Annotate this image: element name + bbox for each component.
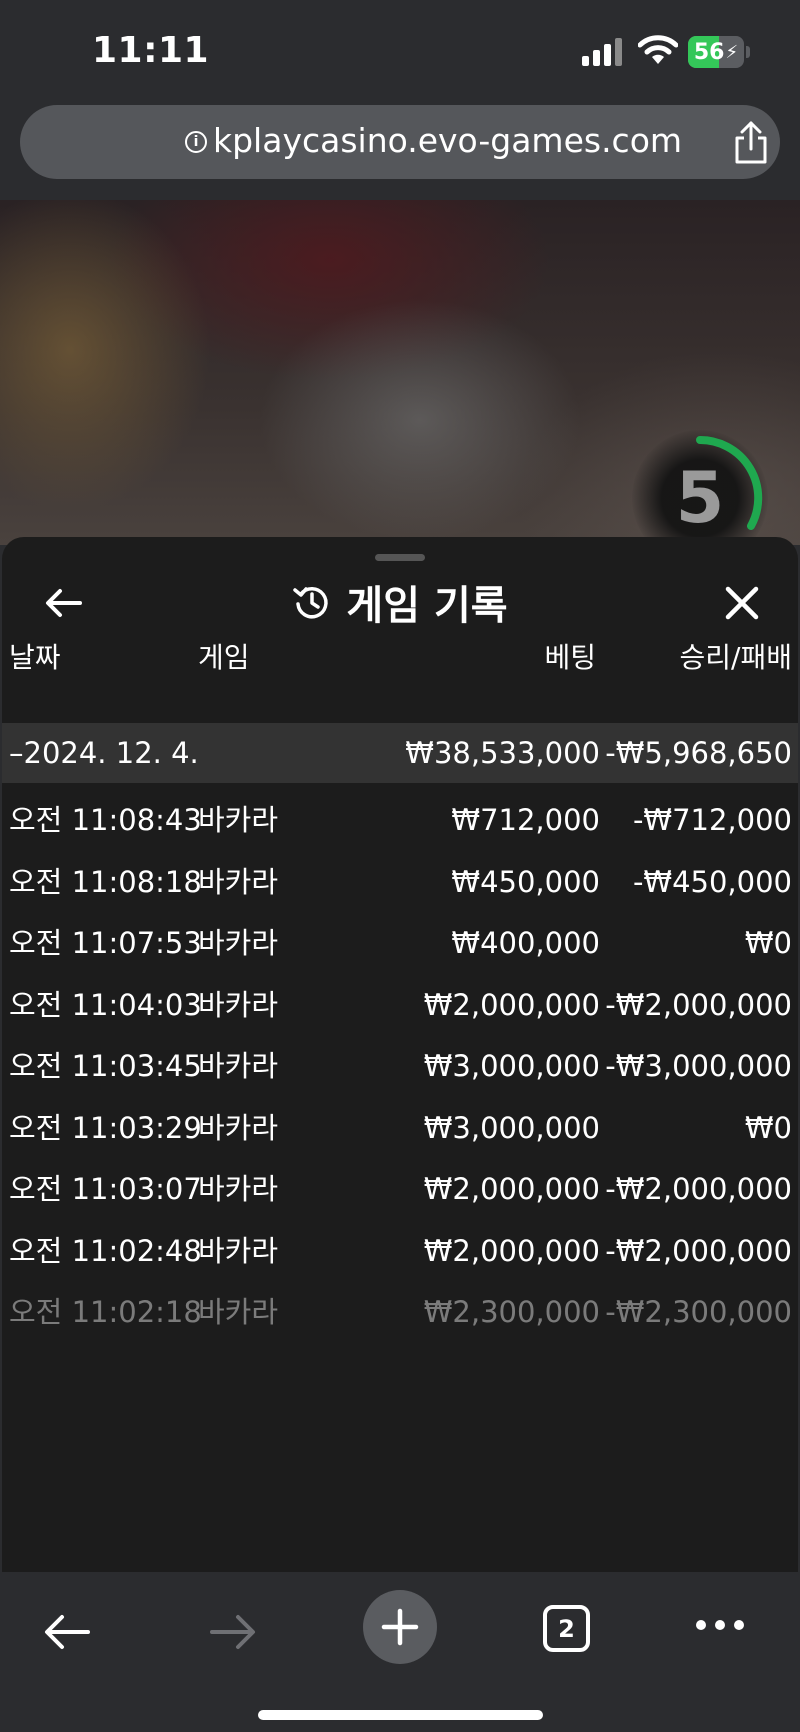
row-time: 오전 11:08:43 (9, 803, 202, 837)
status-bar: 11:11 56 ⚡ (0, 0, 800, 100)
row-bet: ₩3,000,000 (423, 1110, 600, 1145)
column-header-date[interactable]: 날짜 (9, 633, 61, 683)
row-bet: ₩2,000,000 (423, 1233, 600, 1268)
row-game: 바카라 (198, 1172, 279, 1206)
browser-forward-icon[interactable] (208, 1612, 258, 1652)
url-text[interactable]: kplaycasino.evo-games.com (213, 121, 682, 160)
history-row[interactable]: 오전 11:08:43 바카라 ₩712,000 -₩712,000 (2, 790, 798, 852)
history-row[interactable]: 오전 11:07:53 바카라 ₩400,000 ₩0 (2, 913, 798, 975)
row-win-loss: -₩2,000,000 (605, 1233, 792, 1268)
row-time: 오전 11:02:48 (9, 1233, 202, 1268)
row-bet: ₩2,300,000 (423, 1295, 600, 1329)
summary-date: –2024. 12. 4. (9, 736, 199, 770)
date-summary-row[interactable]: –2024. 12. 4. ₩38,533,000 -₩5,968,650 (2, 723, 798, 783)
row-game: 바카라 (198, 1110, 279, 1145)
history-row[interactable]: 오전 11:03:45 바카라 ₩3,000,000 -₩3,000,000 (2, 1036, 798, 1098)
wifi-icon (638, 35, 678, 64)
history-row[interactable]: 오전 11:04:03 바카라 ₩2,000,000 -₩2,000,000 (2, 975, 798, 1037)
row-win-loss: -₩2,000,000 (605, 1172, 792, 1206)
history-row[interactable]: 오전 11:03:07 바카라 ₩2,000,000 -₩2,000,000 (2, 1159, 798, 1221)
more-options-icon[interactable] (694, 1616, 746, 1634)
column-header-win-loss[interactable]: 승리/패배 (680, 633, 792, 683)
share-icon[interactable] (732, 121, 770, 165)
address-bar[interactable]: i kplaycasino.evo-games.com (20, 105, 780, 179)
history-row[interactable]: 오전 11:03:29 바카라 ₩3,000,000 ₩0 (2, 1098, 798, 1160)
row-time: 오전 11:03:07 (9, 1172, 202, 1206)
row-time: 오전 11:07:53 (9, 926, 202, 960)
charging-bolt-icon: ⚡ (725, 41, 739, 63)
history-row[interactable]: 오전 11:08:18 바카라 ₩450,000 -₩450,000 (2, 852, 798, 914)
row-bet: ₩712,000 (451, 803, 600, 837)
row-game: 바카라 (198, 926, 279, 960)
row-bet: ₩3,000,000 (423, 1049, 600, 1083)
row-game: 바카라 (198, 864, 279, 899)
row-time: 오전 11:08:18 (9, 864, 202, 899)
battery-icon: 56 ⚡ (688, 36, 744, 68)
info-icon[interactable]: i (185, 131, 207, 153)
status-time: 11:11 (92, 30, 210, 71)
close-icon[interactable] (720, 581, 764, 625)
history-list: 오전 11:08:43 바카라 ₩712,000 -₩712,000 오전 11… (2, 790, 798, 1344)
row-bet: ₩2,000,000 (423, 987, 600, 1022)
row-time: 오전 11:03:29 (9, 1110, 202, 1145)
live-video[interactable]: 5 (0, 200, 800, 566)
row-game: 바카라 (198, 1295, 279, 1329)
summary-win-loss: -₩5,968,650 (605, 736, 792, 770)
panel-title: 게임 기록 (346, 583, 508, 629)
history-icon (293, 586, 329, 619)
home-indicator[interactable] (258, 1710, 543, 1720)
row-win-loss: -₩2,000,000 (605, 987, 792, 1022)
row-game: 바카라 (198, 1049, 279, 1083)
column-header-game[interactable]: 게임 (198, 633, 250, 683)
row-bet: ₩450,000 (451, 864, 600, 899)
cellular-signal-icon (582, 38, 622, 66)
tab-switcher-button[interactable]: 2 (543, 1605, 590, 1652)
row-win-loss: ₩0 (744, 1110, 792, 1145)
drag-handle[interactable] (375, 554, 425, 561)
row-win-loss: -₩712,000 (632, 803, 792, 837)
row-game: 바카라 (198, 1233, 279, 1268)
row-bet: ₩400,000 (451, 926, 600, 960)
row-win-loss: ₩0 (744, 926, 792, 960)
battery-level: 56 (693, 39, 725, 65)
plus-icon (381, 1608, 419, 1646)
history-row[interactable]: 오전 11:02:18 바카라 ₩2,300,000 -₩2,300,000 (2, 1282, 798, 1344)
row-win-loss: -₩3,000,000 (605, 1049, 792, 1083)
browser-back-icon[interactable] (42, 1612, 92, 1652)
row-time: 오전 11:03:45 (9, 1049, 202, 1083)
row-time: 오전 11:02:18 (9, 1295, 202, 1329)
row-game: 바카라 (198, 987, 279, 1022)
column-header-bet[interactable]: 베팅 (544, 633, 596, 683)
row-time: 오전 11:04:03 (9, 987, 202, 1022)
row-win-loss: -₩450,000 (632, 864, 792, 899)
row-bet: ₩2,000,000 (423, 1172, 600, 1206)
tab-count: 2 (558, 1614, 575, 1643)
browser-toolbar: 2 (0, 1572, 800, 1732)
row-game: 바카라 (198, 803, 279, 837)
summary-bet: ₩38,533,000 (405, 736, 600, 770)
row-win-loss: -₩2,300,000 (605, 1295, 792, 1329)
history-row[interactable]: 오전 11:02:48 바카라 ₩2,000,000 -₩2,000,000 (2, 1221, 798, 1283)
new-tab-button[interactable] (363, 1590, 437, 1664)
game-history-panel: 게임 기록 날짜 게임 베팅 승리/패배 –2024. 12. 4. ₩38,5… (2, 537, 798, 1572)
battery-cap (746, 46, 750, 58)
panel-header: 게임 기록 (2, 577, 798, 629)
